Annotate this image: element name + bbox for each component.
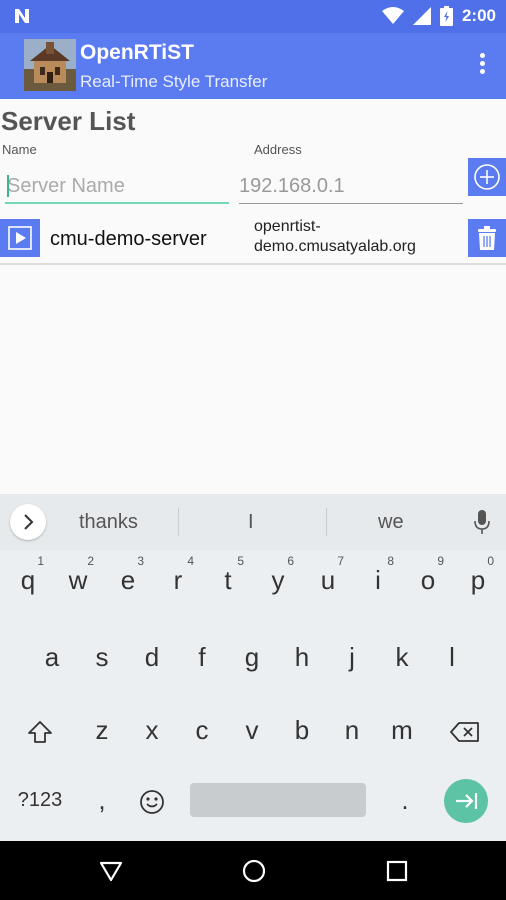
overflow-menu-icon[interactable]	[476, 51, 488, 81]
server-address: openrtist- demo.cmusatyalab.org	[254, 217, 464, 257]
server-address-line: demo.cmusatyalab.org	[254, 238, 416, 255]
app-bar: OpenRTiST Real-Time Style Transfer	[0, 33, 506, 99]
page-title: Server List	[1, 106, 136, 136]
shift-key[interactable]	[15, 702, 65, 758]
server-address-line: openrtist-	[254, 218, 321, 235]
server-address-input[interactable]: 192.168.0.1	[239, 168, 463, 204]
key-z[interactable]: z	[77, 702, 127, 758]
key-e[interactable]: e3	[103, 552, 153, 608]
notification-n-icon	[15, 9, 29, 23]
home-icon[interactable]	[242, 859, 266, 883]
suggestion-strip: thanks I we	[0, 494, 506, 550]
add-circle-icon	[474, 164, 500, 190]
key-u[interactable]: u7	[303, 552, 353, 608]
key-v[interactable]: v	[227, 702, 277, 758]
clock: 2:00	[461, 6, 496, 25]
key-g[interactable]: g	[227, 629, 277, 685]
app-subtitle: Real-Time Style Transfer	[80, 72, 268, 91]
space-bar[interactable]	[190, 783, 366, 817]
emoji-icon	[140, 790, 164, 815]
period-key[interactable]: .	[380, 772, 430, 828]
suggestion-word[interactable]: we	[378, 511, 404, 534]
key-j[interactable]: j	[327, 629, 377, 685]
row-divider	[0, 263, 506, 265]
shift-icon	[28, 721, 52, 744]
key-i[interactable]: i8	[353, 552, 403, 608]
key-c[interactable]: c	[177, 702, 227, 758]
key-o[interactable]: o9	[403, 552, 453, 608]
backspace-key[interactable]	[440, 702, 490, 758]
soft-keyboard: thanks I we q1 w2 e3 r4 t5 y6 u7 i8 o9 p…	[0, 494, 506, 841]
key-k[interactable]: k	[377, 629, 427, 685]
text-cursor	[7, 175, 9, 197]
key-s[interactable]: s	[77, 629, 127, 685]
key-d[interactable]: d	[127, 629, 177, 685]
server-name[interactable]: cmu-demo-server	[50, 228, 207, 251]
expand-suggestions-button[interactable]	[10, 504, 46, 540]
name-column-label: Name	[2, 142, 37, 157]
key-a[interactable]: a	[27, 629, 77, 685]
emoji-key[interactable]	[127, 772, 177, 828]
battery-icon	[439, 6, 453, 26]
key-r[interactable]: r4	[153, 552, 203, 608]
chevron-right-icon	[24, 514, 34, 530]
key-m[interactable]: m	[377, 702, 427, 758]
key-b[interactable]: b	[277, 702, 327, 758]
add-server-button[interactable]	[468, 158, 506, 196]
suggestion-word[interactable]: thanks	[79, 511, 138, 534]
key-t[interactable]: t5	[203, 552, 253, 608]
key-n[interactable]: n	[327, 702, 377, 758]
enter-key[interactable]	[444, 779, 488, 823]
comma-key[interactable]: ,	[77, 772, 127, 828]
trash-icon	[478, 226, 496, 250]
key-l[interactable]: l	[427, 629, 477, 685]
play-icon	[8, 226, 32, 250]
app-logo	[24, 39, 76, 91]
next-field-icon	[456, 793, 478, 809]
signal-icon	[412, 7, 431, 25]
suggestion-divider	[178, 508, 179, 536]
delete-server-button[interactable]	[468, 219, 506, 257]
suggestion-divider	[326, 508, 327, 536]
back-icon[interactable]	[99, 859, 123, 883]
recents-icon[interactable]	[386, 860, 408, 882]
backspace-icon	[450, 722, 479, 743]
mic-icon[interactable]	[472, 508, 492, 536]
server-name-placeholder: Server Name	[7, 175, 125, 197]
server-list-panel: Server List Name Address Server Name 192…	[0, 99, 506, 494]
key-f[interactable]: f	[177, 629, 227, 685]
key-p[interactable]: p0	[453, 552, 503, 608]
connect-server-button[interactable]	[0, 219, 40, 257]
key-h[interactable]: h	[277, 629, 327, 685]
server-name-input[interactable]: Server Name	[5, 168, 229, 204]
status-bar: 2:00	[0, 0, 506, 33]
key-x[interactable]: x	[127, 702, 177, 758]
key-w[interactable]: w2	[53, 552, 103, 608]
wifi-icon	[381, 7, 404, 24]
app-title: OpenRTiST	[80, 41, 194, 64]
key-y[interactable]: y6	[253, 552, 303, 608]
navigation-bar	[0, 841, 506, 900]
key-q[interactable]: q1	[3, 552, 53, 608]
address-column-label: Address	[254, 142, 302, 157]
suggestion-word[interactable]: I	[248, 511, 254, 534]
server-address-placeholder: 192.168.0.1	[239, 175, 345, 197]
symbols-key[interactable]: ?123	[8, 772, 72, 828]
